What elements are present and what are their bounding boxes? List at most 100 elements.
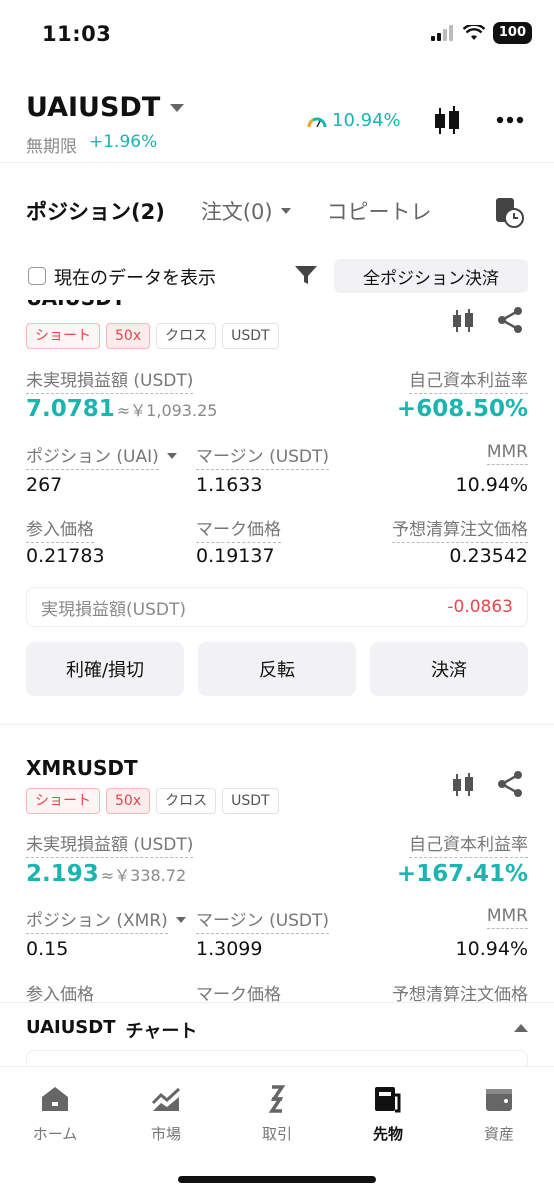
position-tags: ショート 50x クロス USDT — [26, 788, 279, 814]
wifi-icon — [462, 25, 485, 40]
trade-icon — [268, 1085, 286, 1113]
mark-price-label: マーク価格 — [196, 985, 281, 1004]
unrealized-pnl-jpy: ≈￥1,093.25 — [116, 401, 218, 420]
tab-copytrade[interactable]: コピートレ — [327, 196, 432, 226]
mmr-header-value: 10.94% — [332, 110, 401, 131]
chevron-down-icon — [166, 453, 177, 459]
tab-assets[interactable]: 資産 — [459, 1085, 539, 1144]
unrealized-pnl-label: 未実現損益額 (USDT) — [26, 835, 194, 858]
close-position-button[interactable]: 決済 — [370, 642, 528, 696]
status-icons: 100 — [430, 22, 532, 44]
symbol-selector[interactable]: UAIUSDT — [26, 92, 185, 123]
reverse-button[interactable]: 反転 — [198, 642, 356, 696]
position-size-value: 0.15 — [26, 938, 69, 960]
tab-futures[interactable]: 先物 — [348, 1085, 428, 1144]
position-size-label[interactable]: ポジション (UAI) — [26, 442, 159, 470]
share-icon[interactable] — [496, 306, 524, 334]
position-size-value: 267 — [26, 474, 63, 496]
liquidation-price-label: 予想清算注文価格 — [392, 985, 528, 1004]
unrealized-pnl-value: 7.0781 — [26, 396, 115, 422]
mmr-indicator[interactable]: 10.94% — [306, 110, 401, 131]
show-current-checkbox[interactable] — [28, 267, 46, 285]
candlestick-icon[interactable] — [450, 772, 476, 798]
position-symbol: UAIUSDT — [26, 300, 125, 310]
symbol-title: UAIUSDT — [26, 92, 161, 123]
mmr-value: 10.94% — [455, 474, 528, 496]
tab-positions[interactable]: ポジション(2) — [26, 196, 165, 226]
tag-side: ショート — [26, 788, 100, 814]
wallet-icon — [486, 1089, 512, 1111]
unrealized-pnl-jpy: ≈￥338.72 — [100, 866, 187, 885]
chevron-up-icon[interactable] — [514, 1024, 528, 1032]
tag-margin-mode[interactable]: クロス — [156, 323, 217, 349]
chevron-down-icon — [175, 917, 186, 923]
header-divider — [0, 162, 554, 163]
candlestick-icon[interactable] — [432, 104, 462, 138]
symbol-subtitle: 無期限 +1.96% — [26, 132, 157, 157]
contract-type: 無期限 — [26, 137, 77, 157]
tab-home[interactable]: ホーム — [15, 1085, 95, 1144]
tag-side: ショート — [26, 323, 100, 349]
position-symbol: XMRUSDT — [26, 756, 138, 780]
tab-orders[interactable]: 注文(0) — [201, 196, 291, 226]
show-current-label: 現在のデータを表示 — [54, 268, 216, 289]
filter-icon[interactable] — [294, 264, 318, 286]
home-icon — [42, 1087, 68, 1111]
tag-leverage[interactable]: 50x — [106, 788, 151, 814]
price-change: +1.96% — [89, 132, 158, 152]
tag-currency: USDT — [222, 323, 279, 349]
realized-pnl-row: 実現損益額(USDT) -0.0863 — [26, 587, 528, 627]
roe-label: 自己資本利益率 — [409, 835, 528, 858]
chart-bar-title: UAIUSDT チャート — [26, 1017, 197, 1043]
mark-price-value: 0.19137 — [196, 545, 275, 567]
battery-indicator: 100 — [492, 22, 532, 44]
margin-value: 1.1633 — [196, 474, 263, 496]
futures-icon — [375, 1087, 401, 1113]
mmr-label: MMR — [486, 906, 528, 929]
card-divider — [0, 724, 554, 725]
roe-value: +608.50% — [396, 396, 528, 422]
tag-margin-mode[interactable]: クロス — [156, 788, 217, 814]
unrealized-pnl-value: 2.193 — [26, 861, 99, 887]
position-card-2: XMRUSDT ショート 50x クロス USDT 未実現損益額 (USDT) … — [0, 750, 554, 1004]
tab-trade[interactable]: 取引 — [237, 1085, 317, 1144]
gauge-icon — [307, 117, 327, 127]
tab-orders-label: 注文(0) — [200, 200, 273, 224]
mmr-label: MMR — [486, 442, 528, 465]
mmr-value: 10.94% — [455, 938, 528, 960]
liquidation-price-label: 予想清算注文価格 — [392, 520, 528, 543]
roe-label: 自己資本利益率 — [409, 371, 528, 394]
tab-market-label: 市場 — [150, 1125, 181, 1143]
chevron-down-icon — [170, 103, 185, 112]
close-all-positions-button[interactable]: 全ポジション決済 — [334, 259, 528, 293]
tag-currency: USDT — [222, 788, 279, 814]
more-icon[interactable] — [496, 116, 524, 124]
chevron-down-icon — [280, 208, 291, 214]
tab-futures-label: 先物 — [372, 1125, 403, 1143]
margin-label: マージン (USDT) — [196, 447, 330, 470]
position-size-label[interactable]: ポジション (XMR) — [26, 906, 168, 934]
history-icon[interactable] — [494, 196, 524, 228]
unrealized-pnl-label: 未実現損益額 (USDT) — [26, 371, 194, 394]
entry-price-label: 参入価格 — [26, 985, 94, 1004]
margin-value: 1.3099 — [196, 938, 263, 960]
entry-price-value: 0.21783 — [26, 545, 105, 567]
realized-pnl-label: 実現損益額(USDT) — [41, 599, 186, 620]
share-icon[interactable] — [496, 770, 524, 798]
position-tags: ショート 50x クロス USDT — [26, 323, 279, 349]
roe-value: +167.41% — [396, 861, 528, 887]
tab-market[interactable]: 市場 — [126, 1085, 206, 1144]
margin-label: マージン (USDT) — [196, 911, 330, 934]
chart-preview-edge — [26, 1050, 528, 1066]
realized-pnl-value: -0.0863 — [447, 597, 513, 617]
tag-leverage[interactable]: 50x — [106, 323, 151, 349]
tab-home-label: ホーム — [32, 1125, 78, 1143]
chart-label: チャート — [125, 1021, 198, 1042]
tab-assets-label: 資産 — [483, 1125, 514, 1143]
candlestick-icon[interactable] — [450, 308, 476, 334]
chart-symbol: UAIUSDT — [26, 1017, 116, 1038]
mark-price-label: マーク価格 — [196, 520, 281, 543]
signal-icon — [430, 25, 453, 41]
status-time: 11:03 — [42, 22, 112, 46]
tp-sl-button[interactable]: 利確/損切 — [26, 642, 184, 696]
